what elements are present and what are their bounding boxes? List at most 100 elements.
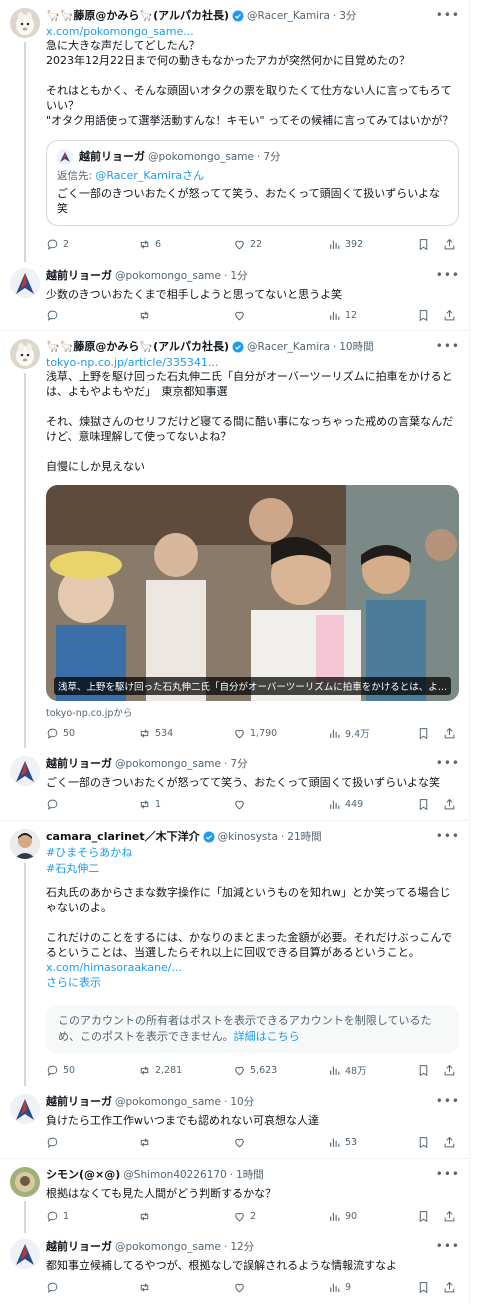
more-icon[interactable]: ••• xyxy=(436,756,460,770)
link-source[interactable]: tokyo-np.co.jpから xyxy=(46,705,132,719)
repost-button[interactable] xyxy=(138,1136,155,1149)
avatar[interactable] xyxy=(10,339,40,369)
repost-button[interactable]: 1 xyxy=(138,798,161,811)
like-button[interactable] xyxy=(233,798,250,811)
bookmark-button[interactable] xyxy=(417,1281,434,1294)
bookmark-button[interactable] xyxy=(417,1210,434,1223)
share-button[interactable] xyxy=(443,238,460,251)
like-button[interactable] xyxy=(233,309,250,322)
views-button[interactable]: 9 xyxy=(328,1281,351,1294)
share-button[interactable] xyxy=(443,1210,460,1223)
handle[interactable]: @Racer_Kamira xyxy=(247,339,330,355)
more-icon[interactable]: ••• xyxy=(436,829,460,843)
avatar[interactable] xyxy=(10,829,40,859)
hashtag[interactable]: #ひまそらあかね xyxy=(46,845,460,861)
handle[interactable]: @pokomongo_same xyxy=(115,1239,221,1255)
post[interactable]: 越前リョーガ @pokomongo_same · 10分 ••• 負けたら工作工… xyxy=(0,1086,470,1158)
share-button[interactable] xyxy=(443,1064,460,1077)
bookmark-button[interactable] xyxy=(417,727,434,740)
bookmark-button[interactable] xyxy=(417,1136,434,1149)
more-icon[interactable]: ••• xyxy=(436,339,460,353)
like-button[interactable]: 2 xyxy=(233,1210,256,1223)
post[interactable]: 越前リョーガ @pokomongo_same · 1分 ••• 少数のきついおた… xyxy=(0,262,470,330)
share-button[interactable] xyxy=(443,798,460,811)
display-name[interactable]: 越前リョーガ xyxy=(46,268,112,284)
timestamp[interactable]: 7分 xyxy=(230,756,247,772)
reply-button[interactable]: 50 xyxy=(46,1064,75,1077)
share-button[interactable] xyxy=(443,727,460,740)
handle[interactable]: @pokomongo_same xyxy=(115,1094,221,1110)
avatar[interactable] xyxy=(10,8,40,38)
like-button[interactable] xyxy=(233,1281,250,1294)
share-button[interactable] xyxy=(443,1281,460,1294)
views-button[interactable]: 53 xyxy=(328,1136,357,1149)
bookmark-button[interactable] xyxy=(417,798,434,811)
timestamp[interactable]: 10時間 xyxy=(339,339,373,355)
handle[interactable]: @Racer_Kamira xyxy=(247,8,330,24)
timestamp[interactable]: 10分 xyxy=(230,1094,254,1110)
repost-button[interactable]: 534 xyxy=(138,727,173,740)
post[interactable]: 🦙🦙藤原@かみら🦙(アルパカ社長) @Racer_Kamira · 3分 •••… xyxy=(0,0,470,262)
post-link[interactable]: tokyo-np.co.jp/article/335341... xyxy=(46,356,460,369)
display-name[interactable]: camara_clarinet／木下洋介 xyxy=(46,829,200,845)
timestamp[interactable]: 1分 xyxy=(230,268,247,284)
post[interactable]: 🦙🦙藤原@かみら🦙(アルパカ社長) @Racer_Kamira · 10時間 •… xyxy=(0,331,470,748)
views-button[interactable]: 9.4万 xyxy=(328,726,370,740)
reply-button[interactable] xyxy=(46,309,63,322)
reply-button[interactable] xyxy=(46,798,63,811)
post-link[interactable]: x.com/pokomongo_same... xyxy=(46,25,460,38)
show-more-link[interactable]: さらに表示 xyxy=(46,975,460,990)
handle[interactable]: @pokomongo_same xyxy=(115,268,221,284)
repost-button[interactable]: 2,281 xyxy=(138,1064,182,1077)
timestamp[interactable]: 1時間 xyxy=(236,1167,264,1183)
views-button[interactable]: 392 xyxy=(328,238,363,251)
more-icon[interactable]: ••• xyxy=(436,1094,460,1108)
handle[interactable]: @kinosysta xyxy=(218,829,278,845)
repost-button[interactable] xyxy=(138,1281,155,1294)
more-icon[interactable]: ••• xyxy=(436,8,460,22)
repost-button[interactable] xyxy=(138,309,155,322)
avatar[interactable] xyxy=(10,268,40,298)
repost-button[interactable]: 6 xyxy=(138,238,161,251)
display-name[interactable]: 越前リョーガ xyxy=(46,1094,112,1110)
post[interactable]: camara_clarinet／木下洋介 @kinosysta · 21時間 •… xyxy=(0,821,470,1086)
views-button[interactable]: 48万 xyxy=(328,1063,367,1077)
views-button[interactable]: 90 xyxy=(328,1210,357,1223)
display-name[interactable]: 越前リョーガ xyxy=(46,1239,112,1255)
display-name[interactable]: 🦙🦙藤原@かみら🦙(アルパカ社長) xyxy=(46,8,229,24)
repost-button[interactable] xyxy=(138,1210,155,1223)
reply-button[interactable]: 2 xyxy=(46,238,69,251)
display-name[interactable]: 🦙🦙藤原@かみら🦙(アルパカ社長) xyxy=(46,339,229,355)
like-button[interactable] xyxy=(233,1136,250,1149)
more-icon[interactable]: ••• xyxy=(436,1239,460,1253)
bookmark-button[interactable] xyxy=(417,309,434,322)
like-button[interactable]: 1,790 xyxy=(233,727,277,740)
post-link[interactable]: x.com/himasoraakane/... xyxy=(46,960,460,975)
views-button[interactable]: 12 xyxy=(328,309,357,322)
post[interactable]: 越前リョーガ @pokomongo_same · 12分 ••• 都知事立候補し… xyxy=(0,1233,470,1304)
share-button[interactable] xyxy=(443,1136,460,1149)
avatar[interactable] xyxy=(10,1239,40,1269)
reply-button[interactable]: 50 xyxy=(46,727,75,740)
avatar[interactable] xyxy=(10,756,40,786)
post[interactable]: 越前リョーガ @pokomongo_same · 7分 ••• ごく一部のきつい… xyxy=(0,748,470,820)
more-icon[interactable]: ••• xyxy=(436,1167,460,1181)
views-button[interactable]: 449 xyxy=(328,798,363,811)
handle[interactable]: @Shimon40226170 xyxy=(123,1167,227,1183)
timestamp[interactable]: 12分 xyxy=(230,1239,254,1255)
display-name[interactable]: シモン(@×@) xyxy=(46,1167,120,1183)
share-button[interactable] xyxy=(443,309,460,322)
details-link[interactable]: 詳細はこちら xyxy=(234,1030,300,1043)
bookmark-button[interactable] xyxy=(417,238,434,251)
hashtag[interactable]: #石丸伸二 xyxy=(46,861,460,877)
bookmark-button[interactable] xyxy=(417,1064,434,1077)
link-card-image[interactable]: 浅草、上野を駆け回った石丸伸二氏「自分がオーバーツーリズムに拍車をかけるとは、よ… xyxy=(46,485,459,701)
reply-button[interactable] xyxy=(46,1136,63,1149)
reply-button[interactable] xyxy=(46,1281,63,1294)
more-icon[interactable]: ••• xyxy=(436,268,460,282)
display-name[interactable]: 越前リョーガ xyxy=(46,756,112,772)
reply-to-mention[interactable]: @Racer_Kamiraさん xyxy=(95,169,204,182)
handle[interactable]: @pokomongo_same xyxy=(115,756,221,772)
avatar[interactable] xyxy=(10,1167,40,1197)
like-button[interactable]: 5,623 xyxy=(233,1064,277,1077)
